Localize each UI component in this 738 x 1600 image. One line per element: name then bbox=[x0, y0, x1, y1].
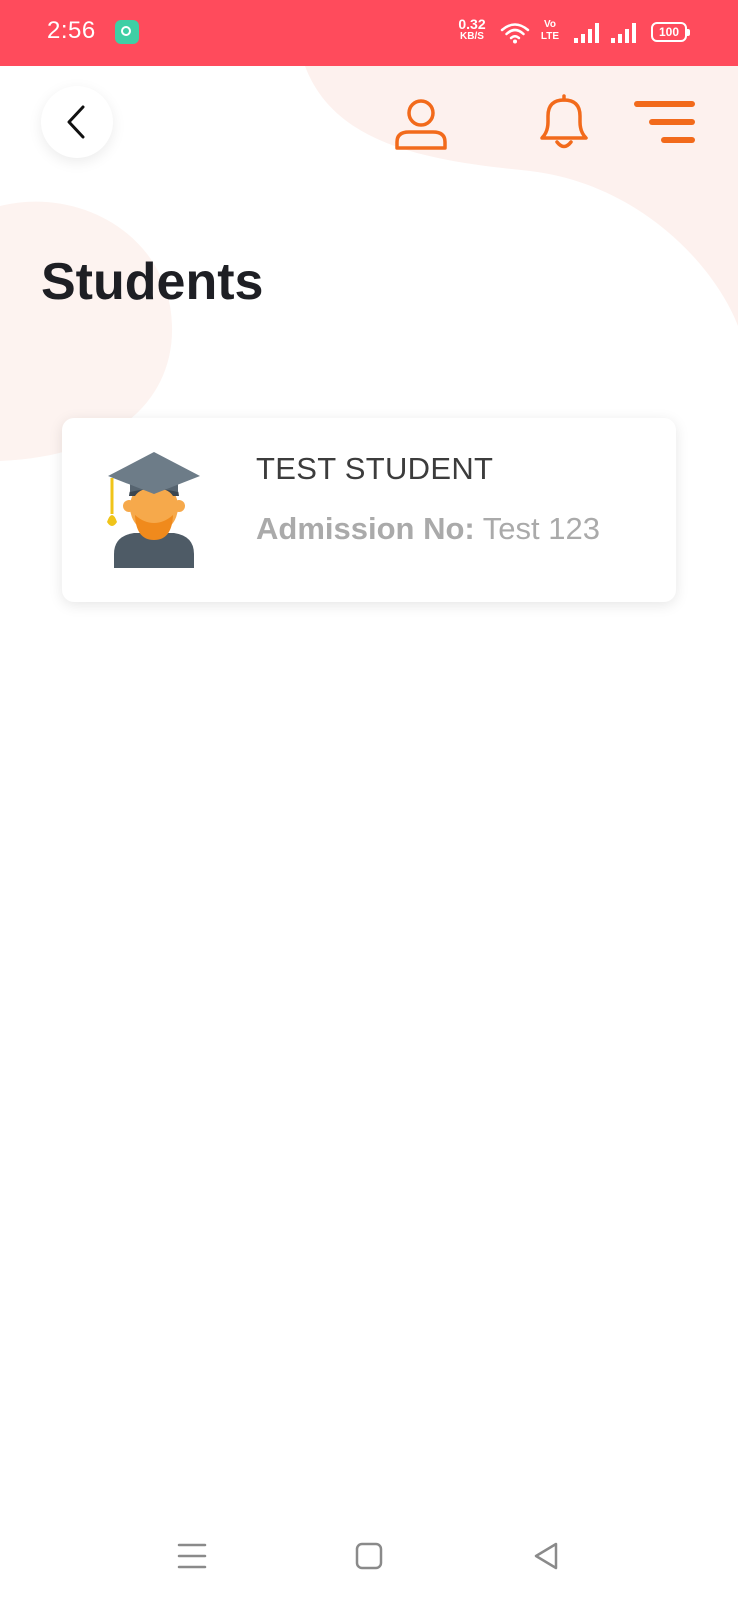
volte-indicator: Vo LTE bbox=[537, 19, 563, 43]
status-time: 2:56 bbox=[47, 17, 96, 44]
student-name: TEST STUDENT bbox=[256, 451, 494, 486]
volte-line1: Vo bbox=[543, 19, 557, 30]
bell-icon[interactable] bbox=[534, 92, 594, 152]
status-bar: 2:56 0.32 KB/S Vo LTE 100 bbox=[0, 0, 738, 66]
chevron-left-icon bbox=[67, 105, 85, 139]
wifi-icon bbox=[500, 23, 530, 44]
signal-icon-sim2 bbox=[611, 23, 636, 43]
battery-level: 100 bbox=[658, 25, 680, 39]
back-button[interactable] bbox=[41, 86, 113, 158]
network-speed: 0.32 KB/S bbox=[452, 17, 492, 42]
back-triangle-icon[interactable] bbox=[532, 1541, 560, 1571]
student-card[interactable]: TEST STUDENT Admission No: Test 123 bbox=[62, 418, 676, 602]
user-icon[interactable] bbox=[393, 96, 449, 152]
page-title: Students bbox=[41, 253, 264, 311]
signal-icon-sim1 bbox=[574, 23, 599, 43]
network-speed-unit: KB/S bbox=[460, 31, 484, 42]
menu-icon[interactable] bbox=[634, 99, 696, 147]
network-speed-value: 0.32 bbox=[458, 16, 486, 32]
home-icon[interactable] bbox=[355, 1542, 383, 1570]
admission-label: Admission No: bbox=[256, 511, 475, 546]
admission-value: Test 123 bbox=[482, 511, 600, 546]
graduate-student-icon bbox=[107, 452, 200, 568]
recents-icon[interactable] bbox=[177, 1542, 207, 1570]
student-admission: Admission No: Test 123 bbox=[256, 510, 600, 548]
battery-icon: 100 bbox=[651, 22, 690, 42]
app-notification-icon bbox=[115, 20, 139, 44]
volte-line2: LTE bbox=[540, 31, 560, 42]
